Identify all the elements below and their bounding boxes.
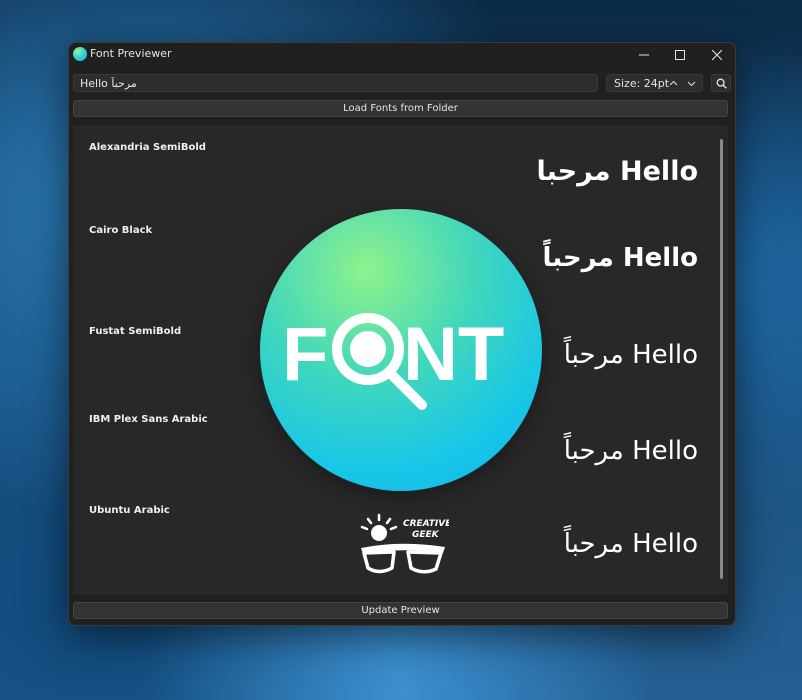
- font-name-label: Alexandria SemiBold: [89, 142, 206, 153]
- window-title: Font Previewer: [90, 47, 172, 60]
- font-name-label: Cairo Black: [89, 225, 153, 236]
- logo-letters-nt: NT: [403, 312, 504, 397]
- font-sample-text: مرحبا Hello: [536, 156, 698, 187]
- vertical-scrollbar[interactable]: [720, 139, 723, 579]
- font-sample-text: مرحباً Hello: [563, 436, 698, 466]
- search-button[interactable]: [711, 74, 731, 92]
- minimize-button[interactable]: [624, 43, 664, 67]
- font-name-label: IBM Plex Sans Arabic: [89, 414, 208, 425]
- magnifier-lens: [350, 331, 386, 367]
- font-previewer-app-icon: [73, 47, 87, 61]
- preview-text-input[interactable]: [73, 74, 598, 92]
- font-logo-mark: F NT: [282, 312, 504, 410]
- size-value: Size: 24pt: [614, 77, 670, 90]
- svg-text:GEEK: GEEK: [412, 530, 440, 540]
- creative-geek-logo: CREATIVE GEEK: [360, 513, 449, 574]
- font-sample-text: مرحباً Hello: [542, 243, 698, 273]
- font-sample-text: مرحباً Hello: [563, 340, 698, 370]
- font-logo-badge: F NT: [260, 209, 542, 491]
- font-preview-list[interactable]: Alexandria SemiBold مرحبا Hello Cairo Bl…: [73, 125, 728, 595]
- chevron-down-icon[interactable]: [687, 79, 696, 88]
- close-icon: [712, 50, 722, 60]
- font-sample-text: مرحباً Hello: [563, 529, 698, 559]
- toolbar-row: Size: 24pt: [73, 74, 733, 94]
- font-name-label: Fustat SemiBold: [89, 326, 182, 337]
- maximize-button[interactable]: [660, 43, 700, 67]
- minimize-icon: [639, 54, 649, 56]
- chevron-up-icon[interactable]: [669, 79, 678, 88]
- svg-text:CREATIVE: CREATIVE: [403, 519, 449, 529]
- search-icon: [716, 78, 727, 89]
- maximize-icon: [675, 50, 685, 60]
- font-name-label: Ubuntu Arabic: [89, 505, 170, 516]
- close-button[interactable]: [697, 43, 735, 67]
- load-fonts-button[interactable]: Load Fonts from Folder: [73, 100, 728, 117]
- logo-letter-f: F: [282, 312, 328, 397]
- app-window: Font Previewer Size: 24pt Load Fonts fro…: [68, 42, 736, 626]
- title-bar: Font Previewer: [69, 43, 735, 67]
- size-spinbox[interactable]: Size: 24pt: [606, 74, 703, 92]
- update-preview-button[interactable]: Update Preview: [73, 602, 728, 619]
